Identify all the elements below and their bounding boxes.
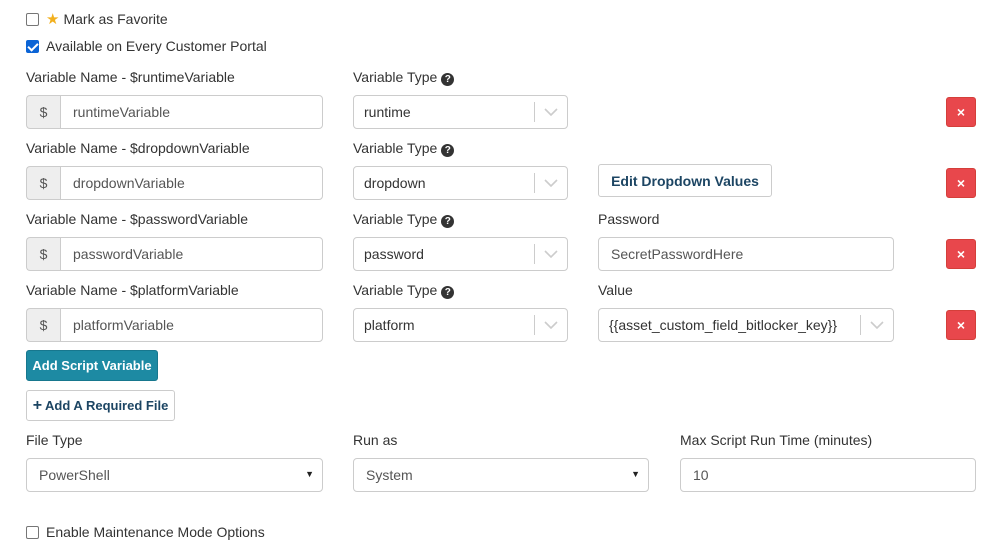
variable-name-label: Variable Name - $runtimeVariable [26,69,235,85]
chevron-down-icon[interactable] [535,321,567,329]
star-icon: ★ [46,10,60,28]
favorite-checkbox-row[interactable]: ★ Mark as Favorite [26,9,168,29]
chevron-down-icon[interactable] [535,179,567,187]
max-run-time-input[interactable]: 10 [680,458,976,492]
variable-type-value: password [364,246,424,262]
dollar-addon: $ [26,95,60,129]
file-type-label: File Type [26,432,83,448]
value-label: Value [598,282,633,298]
add-required-file-label: Add A Required File [45,398,169,413]
portal-checkbox-row[interactable]: Available on Every Customer Portal [26,36,267,56]
variable-type-select[interactable]: platform [353,308,568,342]
variable-name-label: Variable Name - $platformVariable [26,282,239,298]
variable-name-label: Variable Name - $dropdownVariable [26,140,250,156]
platform-value-select[interactable]: {{asset_custom_field_bitlocker_key}} [598,308,894,342]
add-required-file-button[interactable]: + Add A Required File [26,390,175,421]
variable-name-group: $ dropdownVariable [26,166,323,200]
dollar-addon: $ [26,166,60,200]
dollar-addon: $ [26,237,60,271]
variable-name-group: $ passwordVariable [26,237,323,271]
maintenance-checkbox[interactable] [26,525,39,539]
help-icon[interactable]: ? [441,73,455,86]
favorite-label: Mark as Favorite [63,11,168,27]
password-input[interactable]: SecretPasswordHere [598,237,894,271]
portal-checkbox[interactable] [26,39,39,53]
favorite-checkbox[interactable] [26,12,39,26]
run-as-label: Run as [353,432,398,448]
delete-variable-button[interactable]: × [946,310,976,340]
help-icon[interactable]: ? [441,286,455,299]
variable-name-group: $ platformVariable [26,308,323,342]
variable-type-select[interactable]: password [353,237,568,271]
chevron-down-icon[interactable] [861,321,893,329]
variable-type-label: Variable Type? [353,211,455,228]
caret-down-icon: ▼ [631,469,640,479]
variable-name-input[interactable]: platformVariable [60,308,323,342]
portal-label: Available on Every Customer Portal [46,38,267,54]
plus-icon: + [32,396,43,414]
variable-name-input[interactable]: dropdownVariable [60,166,323,200]
variable-type-label: Variable Type? [353,140,455,157]
run-as-select[interactable]: System ▼ [353,458,649,492]
maintenance-label: Enable Maintenance Mode Options [46,524,265,540]
variable-type-label: Variable Type? [353,282,455,299]
file-type-value: PowerShell [39,467,110,483]
variable-name-label: Variable Name - $passwordVariable [26,211,249,227]
password-label: Password [598,211,660,227]
variable-type-value: platform [364,317,415,333]
add-script-variable-button[interactable]: Add Script Variable [26,350,158,381]
variable-type-label: Variable Type? [353,69,455,86]
help-icon[interactable]: ? [441,144,455,157]
variable-type-value: runtime [364,104,411,120]
platform-value: {{asset_custom_field_bitlocker_key}} [609,317,838,333]
dollar-addon: $ [26,308,60,342]
edit-dropdown-values-button[interactable]: Edit Dropdown Values [598,164,772,197]
caret-down-icon: ▼ [305,469,314,479]
delete-variable-button[interactable]: × [946,97,976,127]
chevron-down-icon[interactable] [535,250,567,258]
maintenance-checkbox-row[interactable]: Enable Maintenance Mode Options [26,522,265,542]
run-as-value: System [366,467,413,483]
chevron-down-icon[interactable] [535,108,567,116]
variable-type-select[interactable]: runtime [353,95,568,129]
file-type-select[interactable]: PowerShell ▼ [26,458,323,492]
variable-name-input[interactable]: passwordVariable [60,237,323,271]
max-run-time-label: Max Script Run Time (minutes) [680,432,873,448]
delete-variable-button[interactable]: × [946,168,976,198]
help-icon[interactable]: ? [441,215,455,228]
delete-variable-button[interactable]: × [946,239,976,269]
variable-type-select[interactable]: dropdown [353,166,568,200]
variable-name-group: $ runtimeVariable [26,95,323,129]
variable-name-input[interactable]: runtimeVariable [60,95,323,129]
variable-type-value: dropdown [364,175,426,191]
